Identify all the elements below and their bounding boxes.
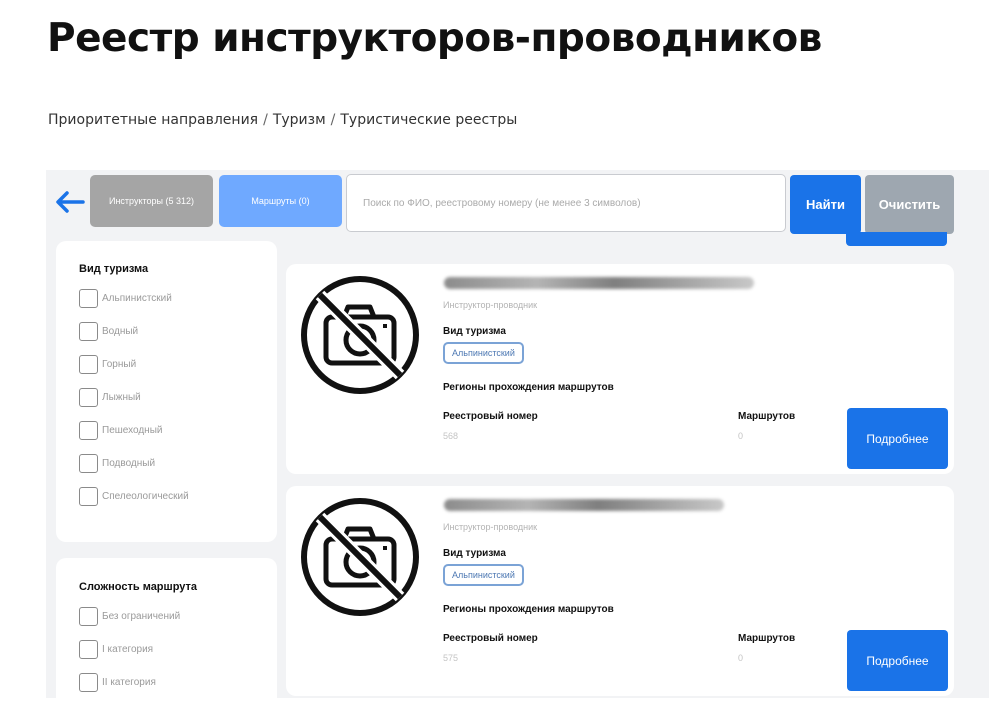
- tourism-type-tag: Альпинистский: [443, 342, 524, 364]
- breadcrumb: Приоритетные направления / Туризм / Туристич…: [48, 112, 517, 128]
- checkbox-label: Без ограничений: [102, 611, 181, 622]
- routes-count-value: 0: [738, 431, 744, 441]
- instructor-name-redacted: [444, 277, 754, 289]
- checkbox-label: Пешеходный: [102, 425, 163, 436]
- checkbox[interactable]: [79, 487, 98, 506]
- filter-option-caving[interactable]: Спелеологический: [79, 480, 277, 513]
- tab-routes[interactable]: Маршруты (0): [219, 175, 342, 227]
- routes-count-label: Маршрутов: [738, 411, 796, 422]
- checkbox-label: Подводный: [102, 458, 156, 469]
- filter-option-underwater[interactable]: Подводный: [79, 447, 277, 480]
- checkbox[interactable]: [79, 355, 98, 374]
- checkbox-label: I категория: [102, 644, 154, 655]
- search-input[interactable]: [346, 174, 786, 232]
- no-photo-icon: [298, 273, 422, 397]
- details-button-partial[interactable]: [846, 232, 947, 246]
- filter-title: Сложность маршрута: [79, 581, 198, 593]
- checkbox-label: Спелеологический: [102, 491, 189, 502]
- registry-number-value: 575: [443, 653, 459, 663]
- registry-number-value: 568: [443, 431, 459, 441]
- details-button[interactable]: Подробнее: [847, 630, 948, 691]
- checkbox[interactable]: [79, 289, 98, 308]
- checkbox-label: Горный: [102, 359, 137, 370]
- filter-title: Вид туризма: [79, 263, 149, 275]
- checkbox[interactable]: [79, 388, 98, 407]
- tourism-type-label: Вид туризма: [443, 548, 506, 559]
- routes-count-value: 0: [738, 653, 744, 663]
- filter-option-water[interactable]: Водный: [79, 315, 277, 348]
- filter-option-mountain[interactable]: Горный: [79, 348, 277, 381]
- instructor-card: Инструктор-проводник Вид туризма Альпини…: [286, 264, 954, 474]
- filter-option-ski[interactable]: Лыжный: [79, 381, 277, 414]
- breadcrumb-item-priority[interactable]: Приоритетные направления: [48, 112, 258, 128]
- details-button[interactable]: Подробнее: [847, 408, 948, 469]
- checkbox-label: Альпинистский: [102, 293, 172, 304]
- arrow-left-icon[interactable]: [54, 190, 86, 214]
- checkbox-label: II категория: [102, 677, 156, 688]
- registry-panel: Инструкторы (5 312) Маршруты (0) Найти О…: [46, 170, 989, 718]
- checkbox[interactable]: [79, 607, 98, 626]
- breadcrumb-separator: /: [330, 112, 336, 128]
- breadcrumb-item-registries[interactable]: Туристические реестры: [340, 112, 517, 128]
- tab-instructors[interactable]: Инструкторы (5 312): [90, 175, 213, 227]
- filter-option-category-1[interactable]: I категория: [79, 633, 277, 666]
- checkbox[interactable]: [79, 673, 98, 692]
- clear-button[interactable]: Очистить: [865, 175, 954, 234]
- checkbox[interactable]: [79, 322, 98, 341]
- checkbox[interactable]: [79, 454, 98, 473]
- instructor-role: Инструктор-проводник: [443, 522, 538, 532]
- filter-option-alpine[interactable]: Альпинистский: [79, 282, 277, 315]
- no-photo-icon: [298, 495, 422, 619]
- page-title: Реестр инструкторов-проводников: [47, 16, 822, 61]
- filter-tourism-type: Вид туризма Альпинистский Водный Горный …: [56, 241, 277, 542]
- breadcrumb-item-tourism[interactable]: Туризм: [273, 112, 326, 128]
- registry-number-label: Реестровый номер: [443, 633, 538, 644]
- breadcrumb-separator: /: [263, 112, 268, 128]
- filter-option-no-limits[interactable]: Без ограничений: [79, 600, 277, 633]
- tourism-type-tag: Альпинистский: [443, 564, 524, 586]
- instructor-card: Инструктор-проводник Вид туризма Альпини…: [286, 486, 954, 696]
- checkbox[interactable]: [79, 640, 98, 659]
- checkbox-label: Водный: [102, 326, 139, 337]
- instructor-name-redacted: [444, 499, 724, 511]
- checkbox[interactable]: [79, 421, 98, 440]
- filter-option-category-2[interactable]: II категория: [79, 666, 277, 699]
- filter-option-hiking[interactable]: Пешеходный: [79, 414, 277, 447]
- checkbox-label: Лыжный: [102, 392, 141, 403]
- routes-count-label: Маршрутов: [738, 633, 796, 644]
- tourism-type-label: Вид туризма: [443, 326, 506, 337]
- registry-number-label: Реестровый номер: [443, 411, 538, 422]
- regions-label: Регионы прохождения маршрутов: [443, 604, 614, 615]
- find-button[interactable]: Найти: [790, 175, 861, 234]
- filter-route-complexity: Сложность маршрута Без ограничений I кат…: [56, 558, 277, 718]
- regions-label: Регионы прохождения маршрутов: [443, 382, 614, 393]
- instructor-role: Инструктор-проводник: [443, 300, 538, 310]
